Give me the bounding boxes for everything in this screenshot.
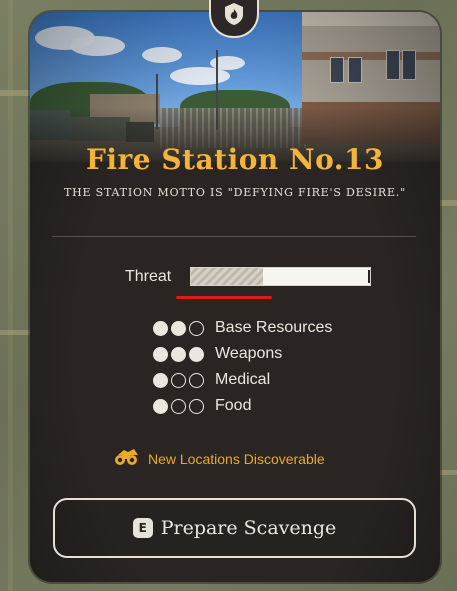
fire-badge-icon [223,2,245,30]
discoverable-notice: New Locations Discoverable [114,448,325,470]
threat-meter [190,267,371,286]
resource-label: Medical [215,371,271,388]
threat-meter-fill [191,268,263,285]
prepare-scavenge-button[interactable]: E Prepare Scavenge [53,498,416,558]
resource-row-base-resources: Base Resources [153,319,332,337]
location-title: Fire Station No.13 [86,143,384,176]
discoverable-text: New Locations Discoverable [148,451,325,467]
resource-level-dots [153,372,209,388]
binoculars-icon [114,448,140,470]
resource-level-dots [153,398,209,414]
resource-dot-filled [189,346,204,362]
resource-label: Weapons [215,345,283,362]
resource-dot-filled [153,346,168,362]
threat-highlight-underline [176,296,272,299]
resource-dot-filled [153,372,168,388]
section-divider [52,236,416,237]
resource-dot-filled [153,320,168,336]
resource-label: Food [215,397,252,414]
resource-label: Base Resources [215,319,333,336]
prepare-scavenge-label: Prepare Scavenge [160,517,337,539]
resource-dot-empty [171,372,186,388]
threat-meter-marker [368,270,370,283]
resource-dot-filled [171,346,186,362]
resource-dot-empty [189,320,204,336]
resource-dot-empty [189,372,204,388]
resource-dot-filled [153,398,168,414]
resource-dot-empty [171,398,186,414]
keyboard-key-hint: E [132,518,153,538]
resource-row-medical: Medical [153,371,270,389]
resource-dot-empty [189,398,204,414]
resource-dot-filled [171,320,186,336]
resource-level-dots [153,320,209,336]
location-motto: THE STATION MOTTO IS "DEFYING FIRE'S DES… [64,186,406,199]
resource-row-weapons: Weapons [153,345,282,363]
resource-level-dots [153,346,209,362]
resource-row-food: Food [153,397,251,415]
threat-label: Threat [125,268,172,285]
